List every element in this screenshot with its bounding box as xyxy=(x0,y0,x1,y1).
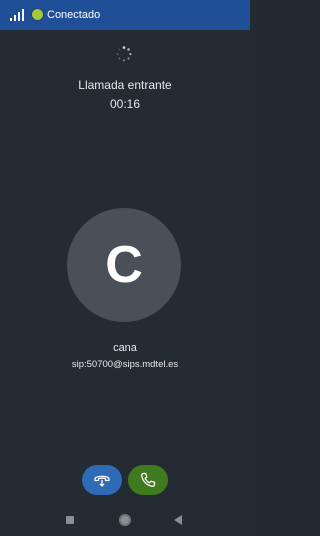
answer-call-button[interactable] xyxy=(128,465,168,495)
status-bar: Conectado xyxy=(0,0,250,30)
phone-icon xyxy=(141,472,156,487)
call-transfer-icon xyxy=(94,475,110,487)
connection-status-label: Conectado xyxy=(47,9,101,21)
call-state-label: Llamada entrante xyxy=(78,78,172,92)
incoming-call-screen: Conectado Llamada entrante 00:16 C cana … xyxy=(0,0,250,536)
square-icon[interactable] xyxy=(66,516,74,524)
transfer-call-button[interactable] xyxy=(82,465,122,495)
call-timer: 00:16 xyxy=(109,97,141,111)
circle-icon[interactable] xyxy=(119,514,131,526)
spinner-icon xyxy=(116,46,132,62)
triangle-back-icon[interactable] xyxy=(174,515,182,525)
contact-name: cana xyxy=(113,342,137,354)
connection-status-dot xyxy=(32,9,43,20)
contact-sip-uri: sip:50700@sips.mdtel.es xyxy=(71,359,179,370)
avatar-initial: C xyxy=(105,236,143,294)
signal-bars-icon xyxy=(10,9,24,21)
system-navigation-bar xyxy=(0,506,250,536)
contact-avatar: C xyxy=(67,208,181,322)
